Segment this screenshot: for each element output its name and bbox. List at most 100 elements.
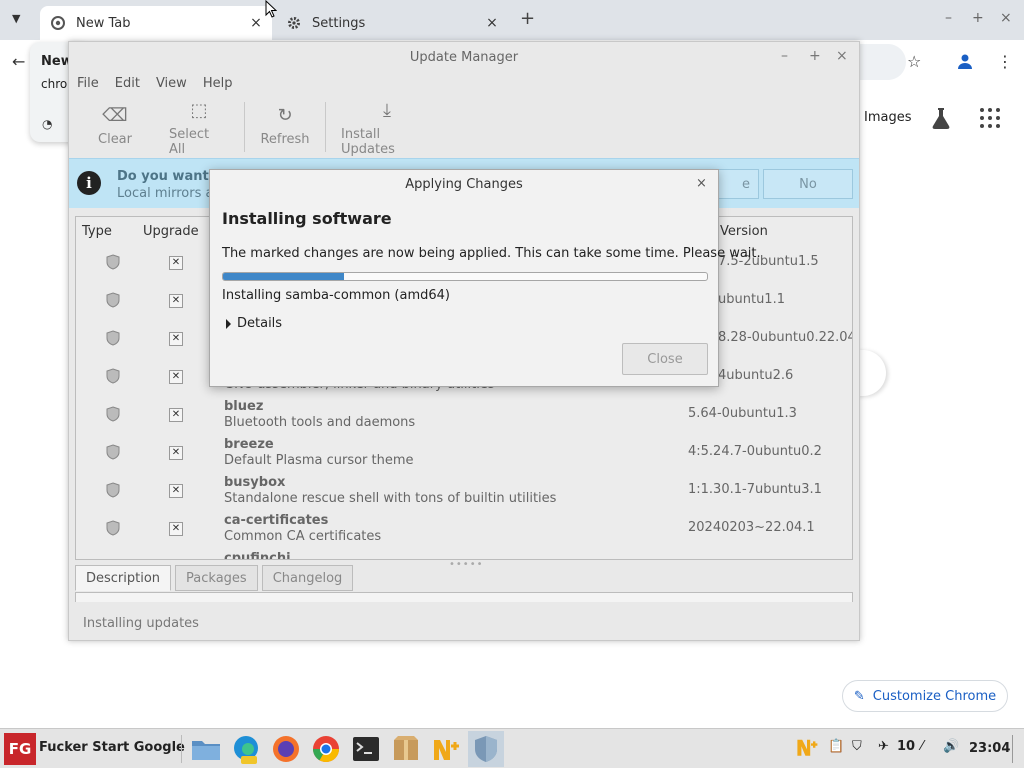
taskbar: FG Fucker Start Google 📋 ⛉ ✈ 10 ⁄ 🔊 23:0… — [0, 728, 1024, 768]
notepadqq-tray-icon[interactable] — [795, 735, 819, 763]
tab-description[interactable]: Description — [75, 565, 172, 591]
upgrade-checkbox[interactable]: ✕ — [169, 408, 183, 422]
install-updates-button[interactable]: ⤓ Install Updates — [341, 100, 433, 157]
start-menu-logo[interactable]: FG — [4, 733, 36, 765]
maximize-button[interactable]: + — [972, 10, 984, 26]
details-label: Details — [237, 316, 283, 331]
package-description: Bluetooth tools and daemons — [224, 415, 416, 430]
profile-icon[interactable] — [956, 52, 974, 74]
upgrade-checkbox[interactable]: ✕ — [169, 446, 183, 460]
clear-label: Clear — [98, 132, 132, 147]
tab-packages[interactable]: Packages — [175, 565, 258, 591]
tab-changelog[interactable]: Changelog — [261, 565, 354, 591]
clock[interactable]: 23:04 — [969, 741, 1010, 756]
close-button[interactable]: × — [1000, 10, 1012, 26]
upgrade-checkbox[interactable]: ✕ — [169, 332, 183, 346]
um-minimize-button[interactable]: – — [781, 48, 788, 64]
package-row[interactable]: ✕ busybox Standalone rescue shell with ton… — [76, 472, 852, 510]
package-row[interactable]: ✕ bluez Bluetooth tools and daemons 5.64-0u… — [76, 396, 852, 434]
minimize-button[interactable]: – — [945, 10, 952, 26]
firefox-icon[interactable] — [268, 731, 304, 767]
speedometer-icon: ◔ — [42, 117, 53, 131]
upgrade-checkbox[interactable]: ✕ — [169, 522, 183, 536]
tab-search-chevron-icon[interactable]: ▼ — [12, 12, 28, 28]
shortcut-tile[interactable] — [856, 350, 886, 396]
tab-settings[interactable]: Settings × — [276, 6, 508, 40]
mouse-cursor-icon — [265, 0, 277, 18]
edge-dev-icon[interactable] — [228, 731, 264, 767]
upgrade-checkbox[interactable]: ✕ — [169, 484, 183, 498]
images-link[interactable]: Images — [864, 110, 912, 125]
dialog-close-icon[interactable]: × — [696, 176, 707, 191]
package-row[interactable]: ✕ ca-certificates Common CA certificates 20… — [76, 510, 852, 548]
package-installer-icon[interactable] — [388, 731, 424, 767]
security-shield-icon — [106, 292, 120, 308]
chrome-icon — [50, 15, 66, 31]
package-name: ca-certificates — [224, 513, 329, 528]
package-version: 5.64-0ubuntu1.3 — [688, 406, 797, 421]
status-bar: Installing updates — [83, 616, 199, 631]
column-upgrade[interactable]: Upgrade — [143, 224, 199, 239]
info-bar-subtitle: Local mirrors ar — [117, 186, 219, 201]
dialog-heading: Installing software — [222, 209, 392, 228]
update-manager-task-icon[interactable] — [468, 731, 504, 767]
info-bar-yes-label: e — [742, 176, 750, 192]
labs-flask-icon[interactable] — [930, 106, 952, 130]
pencil-icon: ✎ — [853, 688, 865, 704]
tab-new-tab[interactable]: New Tab × — [40, 6, 272, 40]
details-expander[interactable]: Details — [226, 316, 282, 331]
menu-kebab-icon[interactable]: ⋮ — [997, 52, 1013, 71]
select-all-button[interactable]: ⬚ Select All — [169, 100, 229, 157]
volume-icon[interactable]: 🔊 — [943, 739, 959, 754]
column-version[interactable]: Version — [720, 224, 768, 239]
um-maximize-button[interactable]: + — [809, 48, 821, 64]
start-menu-label[interactable]: Fucker Start Google — [39, 740, 185, 755]
clipboard-icon[interactable]: 📋 — [828, 739, 844, 754]
package-version: 4:5.24.7-0ubuntu0.2 — [688, 444, 822, 459]
notifications-icon[interactable]: ✈ — [878, 739, 889, 754]
pane-resize-handle[interactable]: ••••• — [449, 559, 484, 570]
tab-close-icon[interactable]: × — [246, 15, 266, 31]
menu-help[interactable]: Help — [203, 76, 233, 96]
show-desktop-button[interactable] — [1012, 735, 1013, 763]
menu-file[interactable]: File — [77, 76, 99, 96]
upgrade-checkbox[interactable]: ✕ — [169, 370, 183, 384]
um-close-button[interactable]: × — [836, 48, 848, 64]
terminal-icon[interactable] — [348, 731, 384, 767]
package-version: 4ubuntu2.6 — [718, 368, 794, 383]
clear-button[interactable]: ⌫ Clear — [97, 100, 133, 156]
package-row[interactable]: ✕ breeze Default Plasma cursor theme 4:5.24… — [76, 434, 852, 472]
refresh-button[interactable]: ↻ Refresh — [260, 100, 309, 156]
back-arrow-icon[interactable]: ← — [12, 52, 25, 71]
dialog-close-button[interactable]: Close — [622, 343, 708, 375]
menu-edit[interactable]: Edit — [115, 76, 140, 96]
download-icon: ⤓ — [383, 100, 391, 121]
select-all-icon: ⬚ — [190, 100, 208, 121]
tab-close-icon[interactable]: × — [482, 15, 502, 31]
taskbar-divider — [181, 735, 182, 763]
refresh-icon: ↻ — [277, 105, 293, 126]
upgrade-checkbox[interactable]: ✕ — [169, 294, 183, 308]
toolbar-divider — [244, 102, 245, 152]
chrome-app-icon[interactable] — [308, 731, 344, 767]
install-status: Installing samba-common (amd64) — [222, 288, 451, 303]
customize-chrome-button[interactable]: ✎ Customize Chrome — [842, 680, 1008, 712]
detail-tabs: Description Packages Changelog — [75, 565, 357, 593]
notification-count: 10 — [897, 739, 916, 754]
network-icon[interactable]: ⁄ — [921, 739, 923, 754]
notepadqq-icon[interactable] — [428, 731, 464, 767]
column-type[interactable]: Type — [82, 224, 112, 239]
shield-tray-icon[interactable]: ⛉ — [852, 739, 862, 754]
info-bar-no-button[interactable]: No — [763, 169, 853, 199]
new-tab-button[interactable]: + — [520, 8, 535, 29]
menu-view[interactable]: View — [156, 76, 187, 96]
package-description: Standalone rescue shell with tons of bui… — [224, 491, 557, 506]
chrome-tab-strip: ▼ New Tab × Settings × + – + × — [0, 0, 1024, 40]
menubar: File Edit View Help — [77, 76, 248, 96]
install-updates-label: Install Updates — [341, 127, 395, 157]
package-name: breeze — [224, 437, 274, 452]
google-apps-icon[interactable] — [980, 108, 1000, 128]
star-icon[interactable]: ☆ — [907, 52, 921, 71]
file-manager-icon[interactable] — [188, 731, 224, 767]
upgrade-checkbox[interactable]: ✕ — [169, 256, 183, 270]
